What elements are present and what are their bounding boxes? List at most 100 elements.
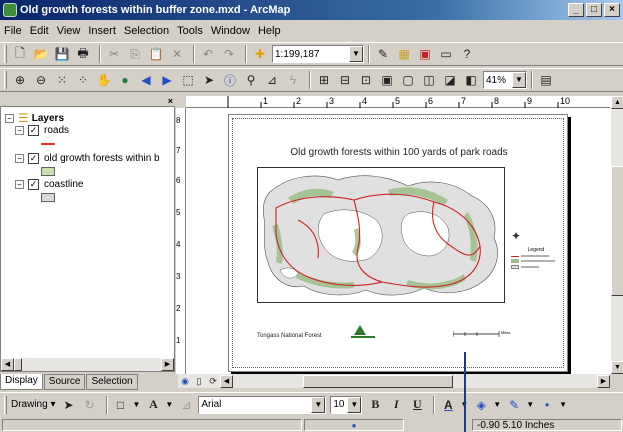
rotate-icon[interactable]: ↻ <box>81 396 99 414</box>
scroll-down-icon[interactable]: ▼ <box>611 361 623 374</box>
line-color-icon[interactable]: ✎ <box>505 396 523 414</box>
find-binoculars-icon[interactable]: ⚲ <box>242 71 260 89</box>
chevron-down-icon[interactable]: ▼ <box>526 400 534 409</box>
layout-view[interactable]: Old growth forests within 100 yards of p… <box>186 108 610 374</box>
fixed-zoom-out-icon[interactable]: ⁘ <box>74 71 92 89</box>
open-folder-icon[interactable]: 📂 <box>32 45 50 63</box>
menu-tools[interactable]: Tools <box>177 25 203 37</box>
toc-layer-old-growth[interactable]: − ✓ old growth forests within b <box>15 153 160 164</box>
menu-help[interactable]: Help <box>258 25 281 37</box>
forest-label[interactable]: Tongass National Forest <box>257 333 322 339</box>
select-elements-arrow-icon[interactable]: ➤ <box>60 396 78 414</box>
edit-vertices-icon[interactable]: ⊿ <box>177 396 195 414</box>
menu-edit[interactable]: Edit <box>30 25 49 37</box>
bold-button[interactable]: B <box>366 396 384 414</box>
scroll-right-icon[interactable]: ▶ <box>161 358 174 371</box>
maximize-button[interactable]: □ <box>586 3 602 17</box>
draft-mode-icon[interactable]: ▤ <box>537 71 555 89</box>
zoom-100-icon[interactable]: ▢ <box>399 71 417 89</box>
layout-zoom-out-icon[interactable]: ⊟ <box>336 71 354 89</box>
layout-page[interactable]: Old growth forests within 100 yards of p… <box>228 114 568 372</box>
toc-root[interactable]: − ☰ Layers <box>5 111 64 125</box>
layout-horizontal-scrollbar[interactable]: ◉ ▯ ⟳ ◀ ▶ <box>178 374 610 388</box>
layout-view-icon[interactable]: ▯ <box>193 375 205 387</box>
editor-toolbar-icon[interactable]: ✎ <box>374 45 392 63</box>
chevron-down-icon[interactable]: ▼ <box>311 396 326 413</box>
pan-hand-icon[interactable]: ✋ <box>95 71 113 89</box>
copy-icon[interactable]: ⎘ <box>126 45 144 63</box>
layout-vertical-scrollbar[interactable]: ▲ ▼ <box>610 96 623 374</box>
roads-symbol[interactable] <box>41 143 55 145</box>
layout-zoom-combo[interactable]: 41% ▼ <box>483 71 527 89</box>
redo-icon[interactable]: ↷ <box>220 45 238 63</box>
layout-pan-icon[interactable]: ⊡ <box>357 71 375 89</box>
delete-icon[interactable]: ✕ <box>168 45 186 63</box>
forward-arrow-icon[interactable]: ▶ <box>158 71 176 89</box>
chevron-down-icon[interactable]: ▼ <box>349 46 363 62</box>
rectangle-tool-icon[interactable]: □ <box>112 396 130 414</box>
drawing-menu-button[interactable]: Drawing ▾ <box>11 399 56 410</box>
minimize-button[interactable]: _ <box>568 3 584 17</box>
command-line-icon[interactable]: ▭ <box>437 45 455 63</box>
fill-color-icon[interactable]: ◈ <box>472 396 490 414</box>
font-name-combo[interactable]: Arial ▼ <box>198 395 327 414</box>
menu-window[interactable]: Window <box>211 25 250 37</box>
arctoolbox-icon[interactable]: ▣ <box>416 45 434 63</box>
tab-source[interactable]: Source <box>43 374 86 390</box>
layout-back-icon[interactable]: ◧ <box>462 71 480 89</box>
north-arrow-icon[interactable]: ✦ <box>511 229 521 243</box>
data-view-icon[interactable]: ◉ <box>179 375 191 387</box>
scroll-thumb[interactable] <box>303 374 453 388</box>
back-arrow-icon[interactable]: ◀ <box>137 71 155 89</box>
toc-layer-roads[interactable]: − ✓ roads <box>15 125 69 136</box>
menu-insert[interactable]: Insert <box>88 25 116 37</box>
menu-selection[interactable]: Selection <box>124 25 169 37</box>
new-text-icon[interactable]: A <box>144 396 162 414</box>
layout-fixed-zoom-in-icon[interactable]: ◫ <box>420 71 438 89</box>
font-color-icon[interactable]: A <box>439 396 457 414</box>
font-size-combo[interactable]: 10 ▼ <box>330 395 363 414</box>
chevron-down-icon[interactable]: ▼ <box>493 400 501 409</box>
legend[interactable]: Legend <box>511 247 561 269</box>
scroll-left-icon[interactable]: ◀ <box>220 374 233 388</box>
chevron-down-icon[interactable]: ▼ <box>347 396 362 413</box>
add-data-icon[interactable]: ✚ <box>251 45 269 63</box>
layer-visibility-checkbox[interactable]: ✓ <box>28 153 39 164</box>
italic-button[interactable]: I <box>387 396 405 414</box>
collapse-icon[interactable]: − <box>15 180 24 189</box>
undo-icon[interactable]: ↶ <box>199 45 217 63</box>
cut-icon[interactable]: ✂ <box>105 45 123 63</box>
select-features-icon[interactable]: ⬚ <box>179 71 197 89</box>
menu-file[interactable]: File <box>4 25 22 37</box>
layer-visibility-checkbox[interactable]: ✓ <box>28 125 39 136</box>
collapse-icon[interactable]: − <box>5 113 14 123</box>
zoom-in-icon[interactable]: ⊕ <box>11 71 29 89</box>
chevron-down-icon[interactable]: ▼ <box>559 400 567 409</box>
chevron-down-icon[interactable]: ▼ <box>165 400 173 409</box>
layout-zoom-in-icon[interactable]: ⊞ <box>315 71 333 89</box>
tab-selection[interactable]: Selection <box>86 374 138 390</box>
full-extent-globe-icon[interactable]: ● <box>116 71 134 89</box>
scroll-right-icon[interactable]: ▶ <box>597 374 610 388</box>
marker-color-icon[interactable]: • <box>538 396 556 414</box>
layer-visibility-checkbox[interactable]: ✓ <box>28 179 39 190</box>
save-icon[interactable]: 💾 <box>53 45 71 63</box>
identify-icon[interactable]: ⓘ <box>221 71 239 89</box>
chevron-down-icon[interactable]: ▼ <box>133 400 141 409</box>
print-icon[interactable]: 🖶 <box>74 45 92 63</box>
toc-horizontal-scrollbar[interactable]: ◀ ▶ <box>1 358 174 371</box>
underline-button[interactable]: U <box>408 396 426 414</box>
close-icon[interactable]: × <box>168 96 173 106</box>
scale-bar[interactable]: Miles <box>453 329 513 339</box>
map-title[interactable]: Old growth forests within 100 yards of p… <box>229 147 569 158</box>
map-data-frame[interactable] <box>257 167 505 303</box>
arccatalog-icon[interactable]: ▦ <box>395 45 413 63</box>
close-button[interactable]: × <box>604 3 620 17</box>
fixed-zoom-in-icon[interactable]: ⁙ <box>53 71 71 89</box>
collapse-icon[interactable]: − <box>15 126 24 135</box>
chevron-down-icon[interactable]: ▼ <box>512 72 526 88</box>
paste-icon[interactable]: 📋 <box>147 45 165 63</box>
menu-view[interactable]: View <box>57 25 81 37</box>
layout-fixed-zoom-out-icon[interactable]: ◪ <box>441 71 459 89</box>
map-scale-combo[interactable]: 1:199,187 ▼ <box>272 45 364 63</box>
